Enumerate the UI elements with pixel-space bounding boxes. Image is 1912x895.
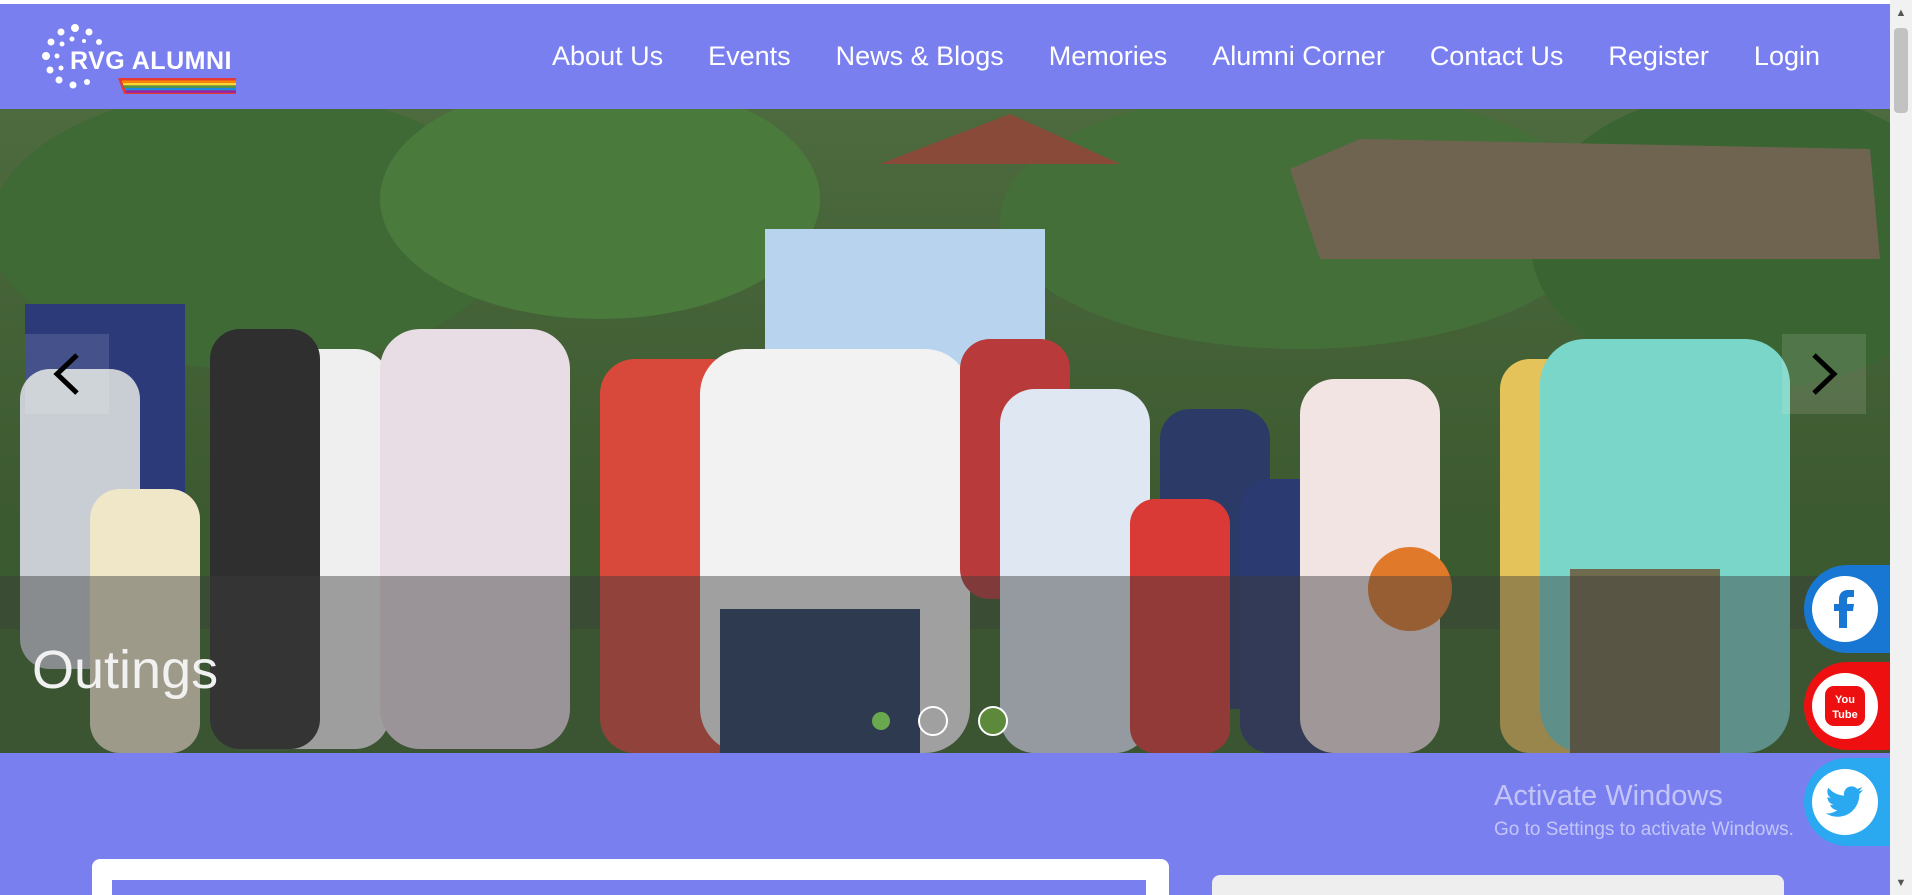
- facebook-icon: [1812, 576, 1878, 642]
- facebook-button[interactable]: [1804, 565, 1890, 653]
- main-nav: About Us Events News & Blogs Memories Al…: [507, 4, 1820, 109]
- youtube-icon: You Tube: [1812, 673, 1878, 739]
- nav-memories[interactable]: Memories: [1049, 41, 1168, 72]
- nav-news-blogs[interactable]: News & Blogs: [836, 41, 1004, 72]
- content-card-left-header: [112, 880, 1146, 895]
- nav-contact-us[interactable]: Contact Us: [1430, 41, 1564, 72]
- page-scrollbar[interactable]: ▲ ▼: [1890, 0, 1912, 895]
- site-logo[interactable]: RVG ALUMNI: [40, 22, 240, 97]
- nav-alumni-corner[interactable]: Alumni Corner: [1212, 41, 1385, 72]
- site-header: RVG ALUMNI About Us Events News & Blogs …: [0, 4, 1890, 109]
- chevron-left-icon: [53, 353, 79, 395]
- twitter-button[interactable]: [1804, 758, 1890, 846]
- activate-windows-watermark: Activate Windows Go to Settings to activ…: [1494, 780, 1794, 841]
- slider-prev-button[interactable]: [25, 334, 109, 414]
- hero-caption: Outings: [32, 640, 219, 700]
- hero-slider: Outings: [0, 109, 1892, 753]
- activate-windows-subtitle: Go to Settings to activate Windows.: [1494, 819, 1794, 840]
- activate-windows-title: Activate Windows: [1494, 780, 1723, 812]
- slider-next-button[interactable]: [1782, 334, 1866, 414]
- slider-dot-3-active[interactable]: [978, 706, 1008, 736]
- content-card-right: [1212, 875, 1784, 895]
- scroll-down-arrow-icon[interactable]: ▼: [1894, 876, 1908, 890]
- nav-events[interactable]: Events: [708, 41, 791, 72]
- slider-indicators: [872, 706, 1008, 736]
- twitter-icon: [1812, 769, 1878, 835]
- scroll-thumb[interactable]: [1894, 28, 1908, 113]
- slider-dot-2[interactable]: [918, 706, 948, 736]
- nav-register[interactable]: Register: [1608, 41, 1709, 72]
- svg-text:You: You: [1835, 694, 1855, 706]
- logo-text: RVG ALUMNI: [70, 47, 232, 75]
- chevron-right-icon: [1812, 353, 1838, 395]
- slider-dot-1[interactable]: [872, 712, 890, 730]
- nav-about-us[interactable]: About Us: [552, 41, 663, 72]
- logo-rainbow-stripe: [118, 78, 236, 94]
- svg-text:Tube: Tube: [1832, 709, 1857, 721]
- scroll-up-arrow-icon[interactable]: ▲: [1894, 6, 1908, 20]
- youtube-button[interactable]: You Tube: [1804, 662, 1890, 750]
- nav-login[interactable]: Login: [1754, 41, 1820, 72]
